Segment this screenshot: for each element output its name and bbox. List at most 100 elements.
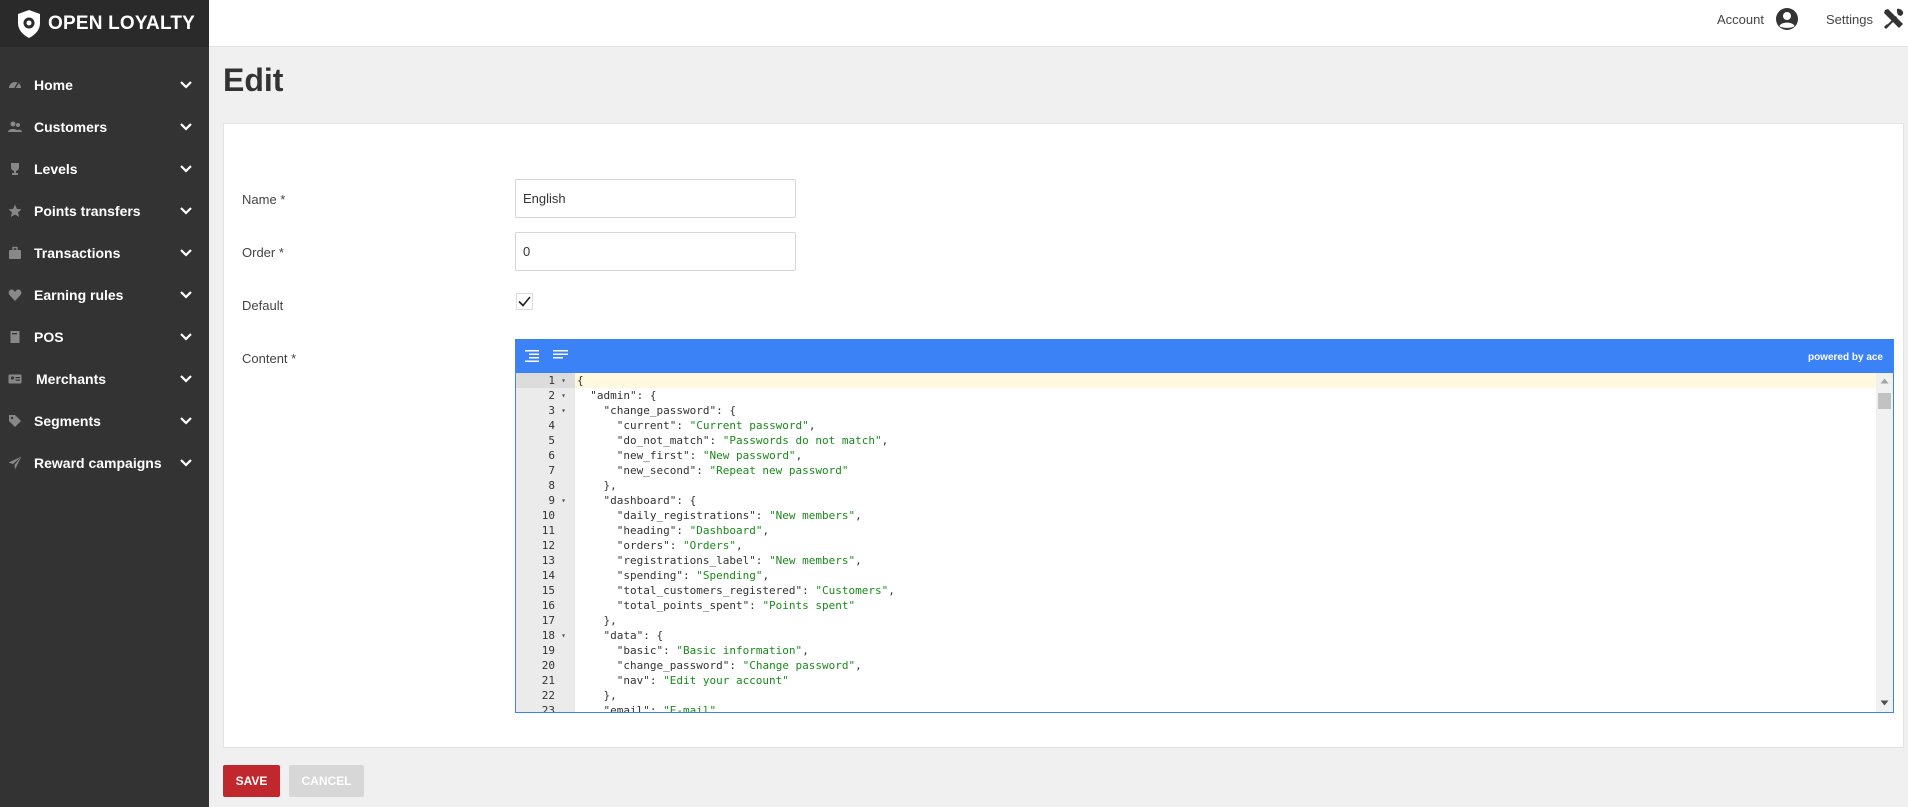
compact-json-icon[interactable]: [552, 348, 570, 364]
code-line[interactable]: "daily_registrations": "New members",: [575, 508, 1878, 523]
editor-gutter: 1 ▾ 2 ▾ 3 ▾ 4 5 6 7 8 9 ▾ 10 11 12 13 14 15 16 17 18 ▾ 19 20 21 22…: [516, 373, 575, 712]
sidebar-item-pos[interactable]: POS: [0, 316, 209, 358]
sidebar-item-points-transfers[interactable]: Points transfers: [0, 190, 209, 232]
code-line[interactable]: "change_password": "Change password",: [575, 658, 1878, 673]
id-card-icon: [8, 374, 22, 384]
line-number: 13: [541, 554, 555, 567]
fold-toggle-icon[interactable]: ▾: [561, 628, 566, 643]
default-checkbox[interactable]: [516, 293, 533, 310]
fold-toggle-icon[interactable]: ▾: [561, 373, 566, 388]
chevron-down-icon: [180, 81, 192, 89]
logo[interactable]: OPEN LOYALTY: [0, 0, 209, 47]
fold-toggle-icon[interactable]: ▾: [561, 388, 566, 403]
format-json-icon[interactable]: [524, 348, 542, 364]
scroll-down-arrow-icon[interactable]: [1880, 700, 1889, 706]
code-line[interactable]: "new_first": "New password",: [575, 448, 1878, 463]
fold-toggle-icon[interactable]: ▾: [561, 493, 566, 508]
sidebar-item-earning-rules[interactable]: Earning rules: [0, 274, 209, 316]
code-line[interactable]: "current": "Current password",: [575, 418, 1878, 433]
content-code-editor[interactable]: powered by ace 1 ▾ 2 ▾ 3 ▾ 4 5 6 7 8 9 ▾ 10 11 12 13 14 15…: [515, 339, 1894, 713]
user-circle-icon[interactable]: [1775, 7, 1799, 31]
page-title: Edit: [223, 62, 284, 98]
sidebar-item-merchants[interactable]: Merchants: [0, 358, 209, 400]
line-number: 17: [541, 614, 555, 627]
line-number: 22: [541, 689, 555, 702]
line-number: 15: [541, 584, 555, 597]
editor-code[interactable]: { "admin": { "change_password": { "curre…: [575, 373, 1878, 712]
code-line[interactable]: {: [575, 373, 1878, 388]
code-line[interactable]: "total_points_spent": "Points spent": [575, 598, 1878, 613]
code-line[interactable]: "basic": "Basic information",: [575, 643, 1878, 658]
chevron-down-icon: [180, 417, 192, 425]
trophy-icon: [11, 163, 19, 175]
line-number: 2 ▾: [548, 388, 566, 403]
save-button[interactable]: SAVE: [223, 765, 280, 797]
line-number: 21: [541, 674, 555, 687]
dashboard-icon: [9, 82, 21, 89]
code-line[interactable]: "nav": "Edit your account": [575, 673, 1878, 688]
line-number: 14: [541, 569, 555, 582]
line-number: 19: [541, 644, 555, 657]
top-bar: Account Settings: [209, 0, 1908, 47]
code-line[interactable]: "dashboard": {: [575, 493, 1878, 508]
content-label: Content *: [242, 351, 297, 366]
sidebar-item-reward-campaigns[interactable]: Reward campaigns: [0, 442, 209, 484]
code-line[interactable]: "orders": "Orders",: [575, 538, 1878, 553]
line-number: 8: [548, 479, 555, 492]
powered-by-label: powered by ace: [1807, 352, 1883, 363]
line-number: 11: [541, 524, 555, 537]
code-line[interactable]: "email": "E-mail",: [575, 703, 1878, 712]
briefcase-icon: [9, 246, 21, 259]
sidebar-item-label: Home: [34, 77, 73, 93]
line-number: 12: [541, 539, 555, 552]
sidebar-item-segments[interactable]: Segments: [0, 400, 209, 442]
code-line[interactable]: },: [575, 688, 1878, 703]
editor-toolbar: powered by ace: [516, 340, 1893, 373]
cancel-button[interactable]: CANCEL: [289, 765, 364, 797]
heart-icon: [8, 289, 22, 301]
scrollbar-thumb[interactable]: [1878, 393, 1891, 409]
code-line[interactable]: "registrations_label": "New members",: [575, 553, 1878, 568]
code-line[interactable]: "heading": "Dashboard",: [575, 523, 1878, 538]
editor-scrollbar[interactable]: [1876, 373, 1893, 712]
sidebar-item-home[interactable]: Home: [0, 64, 209, 106]
shield-logo-icon: [18, 9, 40, 38]
tag-icon: [9, 415, 21, 427]
chevron-down-icon: [180, 249, 192, 257]
code-line[interactable]: "data": {: [575, 628, 1878, 643]
sidebar-item-label: Reward campaigns: [34, 455, 162, 471]
sidebar: OPEN LOYALTY Home Customers Levels Point…: [0, 0, 209, 807]
sidebar-item-levels[interactable]: Levels: [0, 148, 209, 190]
code-line[interactable]: "new_second": "Repeat new password": [575, 463, 1878, 478]
code-line[interactable]: "total_customers_registered": "Customers…: [575, 583, 1878, 598]
code-line[interactable]: "do_not_match": "Passwords do not match"…: [575, 433, 1878, 448]
tools-icon[interactable]: [1882, 7, 1906, 31]
account-link[interactable]: Account: [1717, 12, 1764, 27]
star-icon: [8, 204, 22, 217]
line-number: 6: [548, 449, 555, 462]
code-line[interactable]: "change_password": {: [575, 403, 1878, 418]
code-line[interactable]: "admin": {: [575, 388, 1878, 403]
chevron-down-icon: [180, 291, 192, 299]
settings-link[interactable]: Settings: [1826, 12, 1873, 27]
sidebar-item-customers[interactable]: Customers: [0, 106, 209, 148]
line-number: 3 ▾: [548, 403, 566, 418]
line-number: 18 ▾: [541, 628, 566, 643]
line-number: 1 ▾: [516, 373, 575, 388]
sidebar-item-label: Earning rules: [34, 287, 124, 303]
fold-toggle-icon[interactable]: ▾: [561, 403, 566, 418]
line-number: 9 ▾: [548, 493, 566, 508]
sidebar-item-transactions[interactable]: Transactions: [0, 232, 209, 274]
sidebar-item-label: Levels: [34, 161, 78, 177]
users-icon: [8, 121, 22, 132]
order-input[interactable]: [515, 232, 796, 271]
line-number: 5: [548, 434, 555, 447]
code-line[interactable]: },: [575, 613, 1878, 628]
line-number: 16: [541, 599, 555, 612]
scroll-up-arrow-icon[interactable]: [1880, 378, 1889, 384]
code-line[interactable]: },: [575, 478, 1878, 493]
chevron-down-icon: [180, 123, 192, 131]
code-line[interactable]: "spending": "Spending",: [575, 568, 1878, 583]
line-number: 10: [541, 509, 555, 522]
name-input[interactable]: [515, 179, 796, 218]
